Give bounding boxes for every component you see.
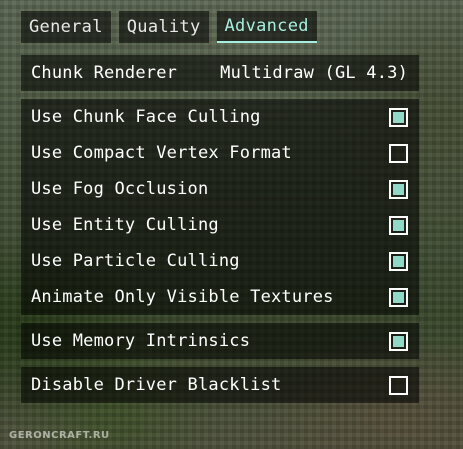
option-row-animate-visible-textures[interactable]: Animate Only Visible Textures: [21, 279, 419, 315]
memory-options-group: Use Memory Intrinsics: [21, 323, 419, 359]
option-label: Use Fog Occlusion: [31, 179, 209, 199]
checkbox[interactable]: [389, 251, 408, 271]
checkbox[interactable]: [389, 287, 408, 307]
check-fill: [393, 255, 404, 267]
option-label: Use Compact Vertex Format: [31, 143, 292, 163]
check-fill: [393, 111, 404, 123]
option-row-driver-blacklist[interactable]: Disable Driver Blacklist: [21, 367, 419, 403]
culling-options-group: Use Chunk Face Culling Use Compact Verte…: [21, 99, 419, 315]
checkbox[interactable]: [389, 215, 408, 235]
option-row-fog-occlusion[interactable]: Use Fog Occlusion: [21, 171, 419, 207]
chunk-renderer-value[interactable]: Multidraw (GL 4.3): [220, 63, 408, 83]
option-label: Use Entity Culling: [31, 215, 219, 235]
checkbox[interactable]: [389, 107, 408, 127]
option-row-entity-culling[interactable]: Use Entity Culling: [21, 207, 419, 243]
checkbox[interactable]: [389, 375, 408, 395]
checkbox[interactable]: [389, 179, 408, 199]
watermark: GERONCRAFT.RU: [9, 430, 110, 441]
option-row-compact-vertex-format[interactable]: Use Compact Vertex Format: [21, 135, 419, 171]
check-fill: [393, 219, 404, 231]
tab-quality[interactable]: Quality: [118, 11, 209, 43]
option-row-chunk-face-culling[interactable]: Use Chunk Face Culling: [21, 99, 419, 135]
tab-advanced[interactable]: Advanced: [216, 11, 317, 43]
checkbox[interactable]: [389, 143, 408, 163]
option-label: Use Memory Intrinsics: [31, 331, 251, 351]
option-label: Disable Driver Blacklist: [31, 375, 282, 395]
option-label: Use Particle Culling: [31, 251, 240, 271]
option-row-memory-intrinsics[interactable]: Use Memory Intrinsics: [21, 323, 419, 359]
check-fill: [393, 291, 404, 303]
settings-tabs: General Quality Advanced: [21, 11, 317, 43]
option-label: Use Chunk Face Culling: [31, 107, 261, 127]
checkbox[interactable]: [389, 331, 408, 351]
check-fill: [393, 335, 404, 347]
tab-general[interactable]: General: [21, 11, 111, 43]
chunk-renderer-option[interactable]: Chunk Renderer Multidraw (GL 4.3): [21, 55, 419, 91]
driver-options-group: Disable Driver Blacklist: [21, 367, 419, 403]
option-label: Animate Only Visible Textures: [31, 287, 334, 307]
check-fill: [393, 183, 404, 195]
chunk-renderer-label: Chunk Renderer: [31, 63, 178, 83]
option-row-particle-culling[interactable]: Use Particle Culling: [21, 243, 419, 279]
